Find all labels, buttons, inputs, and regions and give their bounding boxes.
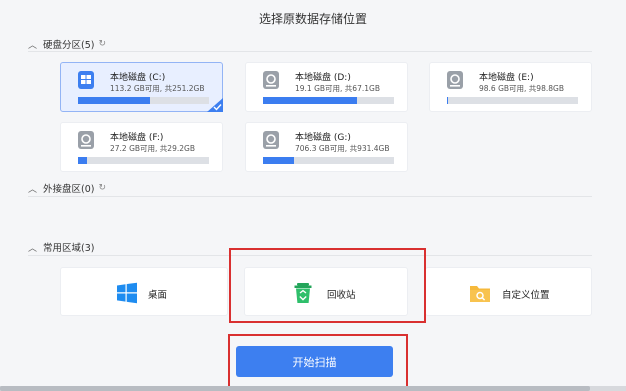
area-desktop[interactable]: 桌面 bbox=[60, 267, 228, 316]
area-label: 自定义位置 bbox=[502, 290, 550, 301]
disk-usage-fill bbox=[263, 97, 358, 104]
external-section-header[interactable]: ︿ 外接盘区(0) ↻ bbox=[28, 181, 106, 195]
disk-card-f[interactable]: 本地磁盘 (F:) 27.2 GB可用, 共29.2GB bbox=[60, 122, 223, 172]
divider bbox=[28, 196, 592, 197]
disk-usage-fill bbox=[78, 157, 88, 164]
refresh-icon[interactable]: ↻ bbox=[98, 39, 106, 49]
disk-usage-bar bbox=[447, 97, 578, 104]
area-label: 桌面 bbox=[148, 290, 168, 301]
disk-name: 本地磁盘 (C:) bbox=[110, 73, 166, 83]
chevron-up-icon[interactable]: ︿ bbox=[28, 38, 37, 51]
horizontal-scrollbar[interactable] bbox=[0, 386, 626, 391]
disk-card-d[interactable]: 本地磁盘 (D:) 19.1 GB可用, 共67.1GB bbox=[245, 62, 408, 112]
hard-disk-icon bbox=[447, 71, 463, 89]
disk-capacity: 113.2 GB可用, 共251.2GB bbox=[110, 84, 205, 93]
disk-usage-bar bbox=[263, 97, 394, 104]
disk-name: 本地磁盘 (G:) bbox=[295, 133, 351, 143]
disk-capacity: 706.3 GB可用, 共931.4GB bbox=[295, 144, 390, 153]
refresh-icon[interactable]: ↻ bbox=[98, 183, 106, 193]
disk-name: 本地磁盘 (E:) bbox=[479, 73, 534, 83]
disk-capacity: 27.2 GB可用, 共29.2GB bbox=[110, 144, 195, 153]
disk-usage-fill bbox=[78, 97, 151, 104]
hard-disk-section-label: 硬盘分区(5) bbox=[43, 40, 95, 51]
disk-usage-bar bbox=[263, 157, 394, 164]
selected-check-icon bbox=[207, 98, 223, 112]
page-title: 选择原数据存储位置 bbox=[258, 12, 367, 26]
divider bbox=[28, 51, 592, 52]
area-custom-location[interactable]: 自定义位置 bbox=[425, 267, 592, 316]
disk-card-e[interactable]: 本地磁盘 (E:) 98.6 GB可用, 共98.8GB bbox=[429, 62, 592, 112]
disk-usage-bar bbox=[78, 97, 209, 104]
windows-icon bbox=[117, 282, 137, 304]
disk-card-c[interactable]: 本地磁盘 (C:) 113.2 GB可用, 共251.2GB bbox=[60, 62, 223, 112]
disk-capacity: 19.1 GB可用, 共67.1GB bbox=[295, 84, 380, 93]
hard-disk-icon bbox=[78, 131, 94, 149]
disk-usage-bar bbox=[78, 157, 209, 164]
external-section-label: 外接盘区(0) bbox=[43, 184, 95, 195]
highlight-box-recycle-bin bbox=[229, 248, 426, 323]
disk-card-g[interactable]: 本地磁盘 (G:) 706.3 GB可用, 共931.4GB bbox=[245, 122, 408, 172]
disk-name: 本地磁盘 (D:) bbox=[295, 73, 351, 83]
disk-name: 本地磁盘 (F:) bbox=[110, 133, 164, 143]
hard-disk-icon bbox=[263, 131, 279, 149]
common-section-label: 常用区域(3) bbox=[43, 243, 95, 254]
disk-usage-fill bbox=[263, 157, 295, 164]
disk-capacity: 98.6 GB可用, 共98.8GB bbox=[479, 84, 564, 93]
scrollbar-thumb[interactable] bbox=[0, 386, 590, 391]
chevron-up-icon[interactable]: ︿ bbox=[28, 241, 37, 254]
windows-disk-icon bbox=[78, 71, 94, 89]
common-section-header[interactable]: ︿ 常用区域(3) bbox=[28, 240, 94, 254]
start-scan-button[interactable]: 开始扫描 bbox=[236, 346, 393, 377]
hard-disk-icon bbox=[263, 71, 279, 89]
chevron-up-icon[interactable]: ︿ bbox=[28, 182, 37, 195]
custom-folder-icon bbox=[470, 286, 490, 302]
hard-disk-section-header[interactable]: ︿ 硬盘分区(5) ↻ bbox=[28, 37, 106, 51]
